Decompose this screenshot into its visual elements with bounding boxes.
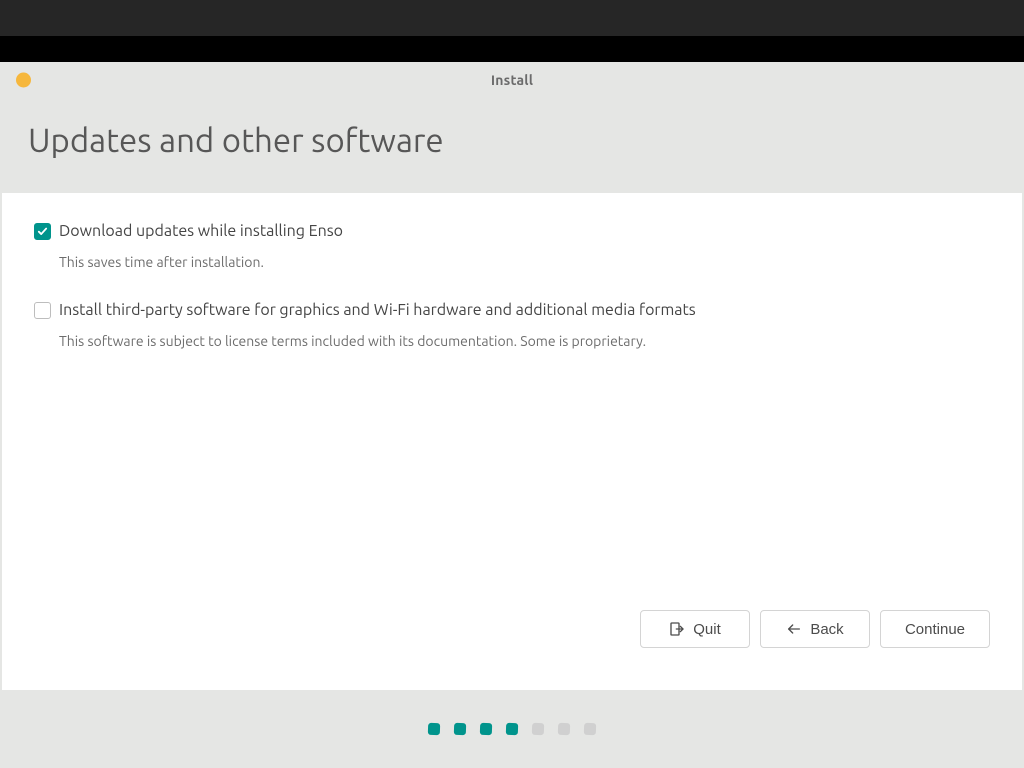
check-icon <box>37 226 48 237</box>
pager-step-4 <box>506 723 518 735</box>
checkbox-download-updates[interactable] <box>34 223 51 240</box>
page-title: Updates and other software <box>0 98 1024 193</box>
arrow-left-icon <box>786 621 802 637</box>
continue-button[interactable]: Continue <box>880 610 990 648</box>
desc-download-updates: This saves time after installation. <box>59 253 990 273</box>
label-third-party[interactable]: Install third-party software for graphic… <box>59 300 696 322</box>
pager-step-3 <box>480 723 492 735</box>
pager-step-1 <box>428 723 440 735</box>
action-bar: Quit Back Continue <box>34 606 990 670</box>
quit-button[interactable]: Quit <box>640 610 750 648</box>
install-window: Install Updates and other software Downl… <box>0 62 1024 768</box>
progress-pager <box>0 690 1024 768</box>
pager-step-7 <box>584 723 596 735</box>
content-area: Download updates while installing Enso T… <box>2 193 1022 690</box>
desc-third-party: This software is subject to license term… <box>59 332 990 352</box>
quit-button-label: Quit <box>693 621 721 638</box>
pager-step-2 <box>454 723 466 735</box>
pager-step-6 <box>558 723 570 735</box>
desktop-top-bar <box>0 0 1024 36</box>
minimize-icon[interactable] <box>16 73 31 88</box>
checkbox-third-party[interactable] <box>34 302 51 319</box>
label-download-updates[interactable]: Download updates while installing Enso <box>59 221 343 243</box>
option-third-party: Install third-party software for graphic… <box>34 300 990 351</box>
pager-step-5 <box>532 723 544 735</box>
window-titlebar: Install <box>0 62 1024 98</box>
back-button-label: Back <box>810 621 843 638</box>
option-download-updates: Download updates while installing Enso T… <box>34 221 990 272</box>
exit-icon <box>669 621 685 637</box>
desktop-menu-bar <box>0 36 1024 62</box>
window-title: Install <box>491 72 533 88</box>
back-button[interactable]: Back <box>760 610 870 648</box>
continue-button-label: Continue <box>905 621 965 638</box>
